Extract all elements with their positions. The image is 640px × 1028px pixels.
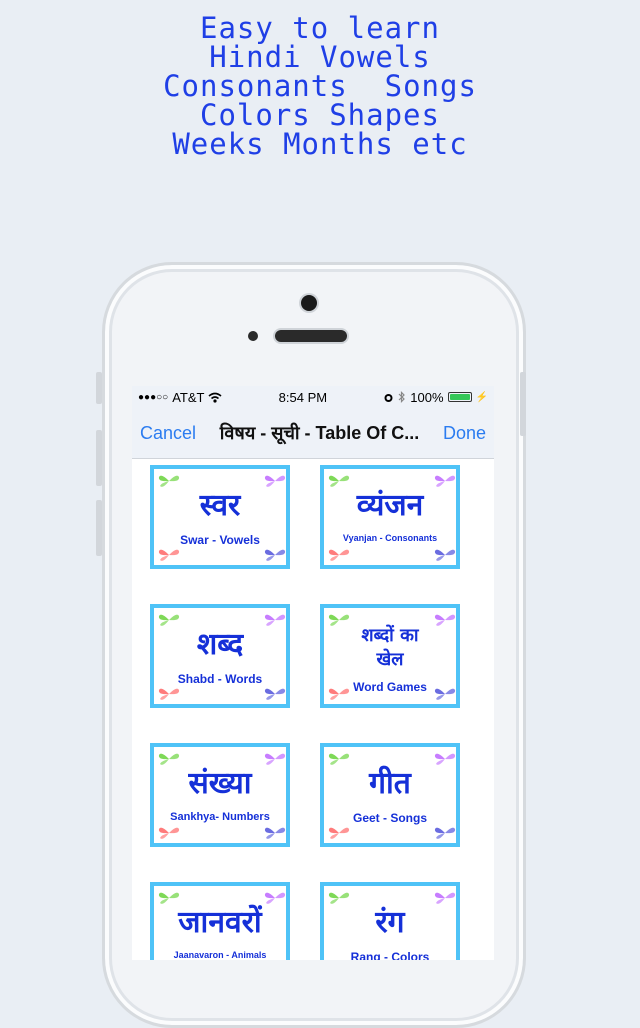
volume-down-button [96,500,102,556]
butterfly-icon [434,827,456,839]
butterfly-icon [328,892,350,904]
butterfly-icon [158,549,180,561]
topic-card-animals[interactable]: जानवरों Jaanavaron - Animals [150,882,290,960]
carrier-label: AT&T [172,389,205,405]
camera-icon [301,295,317,311]
alarm-icon [384,393,393,402]
promo-line-4: Colors Shapes [200,98,440,132]
butterfly-icon [158,475,180,487]
butterfly-icon [158,753,180,765]
butterfly-icon [158,827,180,839]
signal-icon: ●●●○○ [138,391,169,403]
card-english-label: Jaanavaron - Animals [173,950,267,960]
card-hindi-title: संख्या [188,766,252,801]
mute-switch [96,372,102,404]
butterfly-icon [158,688,180,700]
speaker-grille [275,330,347,342]
promo-line-1: Easy to learn [200,11,440,45]
butterfly-icon [434,892,456,904]
charging-icon: ⚡ [475,391,488,403]
butterfly-icon [328,614,350,626]
phone-screen: ●●●○○ AT&T 8:54 PM 100% ⚡ Cancel विषय - … [132,386,494,960]
butterfly-icon [264,475,286,487]
butterfly-icon [264,688,286,700]
card-english-label: Sankhya- Numbers [170,811,270,823]
topic-card-word-games[interactable]: शब्दों का खेल Word Games [320,604,460,708]
promo-text: Easy to learn Hindi Vowels Consonants So… [0,14,640,159]
nav-title: विषय - सूची - Table Of C... [219,423,420,443]
butterfly-icon [434,753,456,765]
volume-up-button [96,430,102,486]
status-bar: ●●●○○ AT&T 8:54 PM 100% ⚡ [132,386,494,408]
butterfly-icon [434,614,456,626]
card-hindi-title: शब्द [196,627,244,662]
topic-card-numbers[interactable]: संख्या Sankhya- Numbers [150,743,290,847]
promo-line-3: Consonants Songs [163,69,477,103]
topic-card-songs[interactable]: गीत Geet - Songs [320,743,460,847]
topic-card-consonants[interactable]: व्यंजन Vyanjan - Consonants [320,465,460,569]
butterfly-icon [328,688,350,700]
card-hindi-title: स्वर [199,488,241,523]
butterfly-icon [264,549,286,561]
butterfly-icon [434,688,456,700]
butterfly-icon [328,827,350,839]
butterfly-icon [434,475,456,487]
card-english-label: Geet - Songs [352,811,427,825]
promo-line-2: Hindi Vowels [209,40,431,74]
butterfly-icon [264,614,286,626]
card-hindi-title: गीत [369,766,411,801]
butterfly-icon [158,892,180,904]
card-hindi-title: शब्दों का खेल [361,625,419,670]
bluetooth-icon [398,391,406,403]
status-time: 8:54 PM [278,389,328,405]
card-english-label: Shabd - Words [177,672,263,686]
butterfly-icon [264,753,286,765]
cancel-button[interactable]: Cancel [140,423,196,444]
card-english-label: Swar - Vowels [180,533,260,547]
navigation-bar: Cancel विषय - सूची - Table Of C... Done [132,408,494,459]
card-english-label: Vyanjan - Consonants [342,533,438,543]
promo-line-5: Weeks Months etc [172,127,468,161]
butterfly-icon [264,892,286,904]
battery-percent: 100% [410,389,444,405]
topic-card-words[interactable]: शब्द Shabd - Words [150,604,290,708]
butterfly-icon [328,753,350,765]
butterfly-icon [264,827,286,839]
card-english-label: Rang - Colors [350,950,430,960]
topic-card-vowels[interactable]: स्वर Swar - Vowels [150,465,290,569]
done-button[interactable]: Done [443,423,486,444]
butterfly-icon [328,475,350,487]
power-button [520,372,526,436]
sensor-icon [248,331,258,341]
topic-card-colors[interactable]: रंग Rang - Colors [320,882,460,960]
card-hindi-title: जानवरों [178,905,262,940]
butterfly-icon [158,614,180,626]
butterfly-icon [328,549,350,561]
card-hindi-title: व्यंजन [356,488,424,523]
card-hindi-title: रंग [375,905,405,940]
battery-icon [447,392,472,402]
butterfly-icon [434,549,456,561]
wifi-icon [208,392,222,403]
